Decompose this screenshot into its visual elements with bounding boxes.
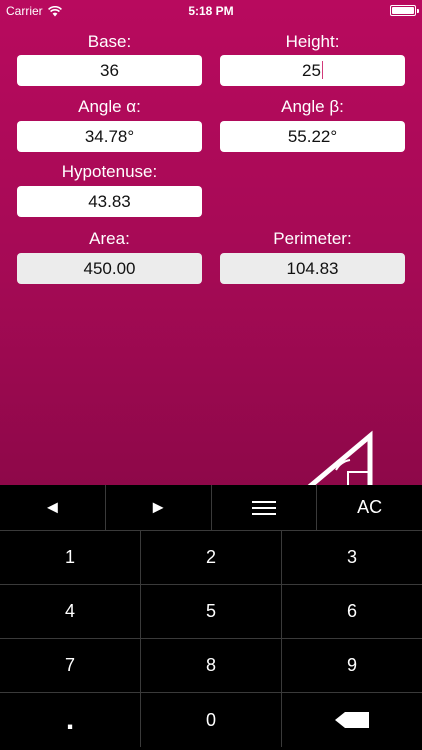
triangle-logo-icon <box>307 430 373 485</box>
battery-icon <box>390 5 419 16</box>
right-arrow-icon: ► <box>149 497 168 517</box>
hypotenuse-label: Hypotenuse: <box>61 162 158 181</box>
angle-b-label: Angle β: <box>281 97 344 116</box>
cursor-left-button[interactable]: ◄ <box>0 485 106 530</box>
menu-icon <box>251 497 276 519</box>
key-1[interactable]: 1 <box>0 531 141 585</box>
status-bar: Carrier 5:18 PM <box>0 0 422 22</box>
text-caret <box>321 61 323 79</box>
perimeter-value: 104.83 <box>286 259 339 278</box>
menu-button[interactable] <box>212 485 318 530</box>
base-label: Base: <box>87 32 132 51</box>
keypad-toolbar: ◄ ► AC <box>0 485 422 530</box>
area-label: Area: <box>89 229 130 248</box>
left-arrow-icon: ◄ <box>43 497 62 517</box>
key-9[interactable]: 9 <box>282 639 422 693</box>
angle-b-value: 55.22° <box>287 127 338 146</box>
battery-indicator <box>390 5 419 16</box>
backspace-button[interactable] <box>282 693 422 747</box>
base-value: 36 <box>100 61 119 80</box>
key-2[interactable]: 2 <box>141 531 282 585</box>
key-7[interactable]: 7 <box>0 639 141 693</box>
angle-a-field[interactable]: 34.78° <box>17 121 202 152</box>
key-3[interactable]: 3 <box>282 531 422 585</box>
numeric-keypad: ◄ ► AC 1 2 3 4 5 6 7 8 9 . 0 <box>0 485 422 750</box>
hypotenuse-field[interactable]: 43.83 <box>17 186 202 217</box>
key-5[interactable]: 5 <box>141 585 282 639</box>
area-field: 450.00 <box>17 253 202 284</box>
key-0[interactable]: 0 <box>141 693 282 747</box>
perimeter-label: Perimeter: <box>273 229 352 248</box>
base-field[interactable]: 36 <box>17 55 202 86</box>
digit-grid: 1 2 3 4 5 6 7 8 9 . 0 <box>0 531 422 750</box>
height-value: 25 <box>302 61 321 80</box>
height-label: Height: <box>285 32 340 51</box>
decimal-key[interactable]: . <box>0 693 141 747</box>
backspace-icon <box>335 712 369 728</box>
cursor-right-button[interactable]: ► <box>106 485 212 530</box>
clear-label: AC <box>357 497 383 517</box>
perimeter-field: 104.83 <box>220 253 405 284</box>
area-value: 450.00 <box>83 259 136 278</box>
height-field[interactable]: 25 <box>220 55 405 86</box>
key-6[interactable]: 6 <box>282 585 422 639</box>
angle-a-label: Angle α: <box>78 97 141 116</box>
clear-button[interactable]: AC <box>317 485 422 530</box>
hypotenuse-value: 43.83 <box>88 192 131 211</box>
calculator-screen: Carrier 5:18 PM Base: 36 Height: 25 Angl… <box>0 0 422 485</box>
angle-b-field[interactable]: 55.22° <box>220 121 405 152</box>
key-4[interactable]: 4 <box>0 585 141 639</box>
key-8[interactable]: 8 <box>141 639 282 693</box>
status-time: 5:18 PM <box>188 4 234 18</box>
angle-a-value: 34.78° <box>84 127 135 146</box>
